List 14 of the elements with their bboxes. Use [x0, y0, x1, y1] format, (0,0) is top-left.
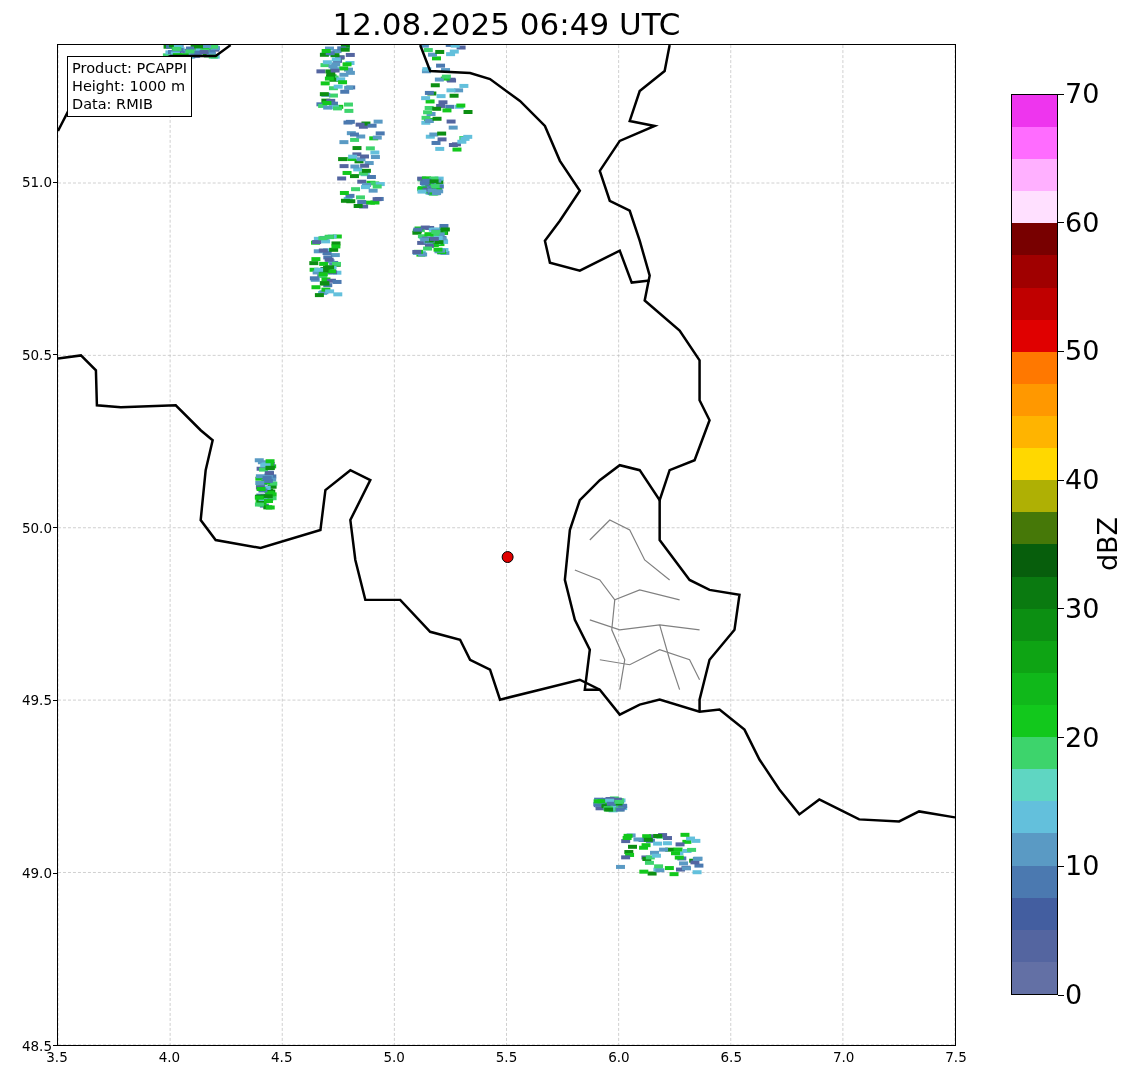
x-tick-label: 5.0	[383, 1049, 405, 1065]
x-tick-label: 7.0	[832, 1049, 855, 1065]
x-tick-label: 6.5	[720, 1049, 742, 1065]
info-line: Height: 1000 m	[72, 77, 187, 95]
info-line: Data: RMIB	[72, 95, 154, 113]
x-tick-label: 5.5	[495, 1049, 518, 1065]
x-tick-label: 7.5	[945, 1049, 967, 1065]
x-tick-label: 4.0	[158, 1049, 181, 1065]
x-tick-label: 4.5	[271, 1049, 293, 1065]
radar-site-marker	[501, 551, 514, 564]
x-tick-label: 6.0	[608, 1049, 630, 1065]
info-line: Product: PCAPPI	[72, 59, 188, 77]
colorbar-label: dBZ	[1091, 516, 1123, 572]
chart-title: 12.08.2025 06:49 UTC	[331, 5, 682, 44]
